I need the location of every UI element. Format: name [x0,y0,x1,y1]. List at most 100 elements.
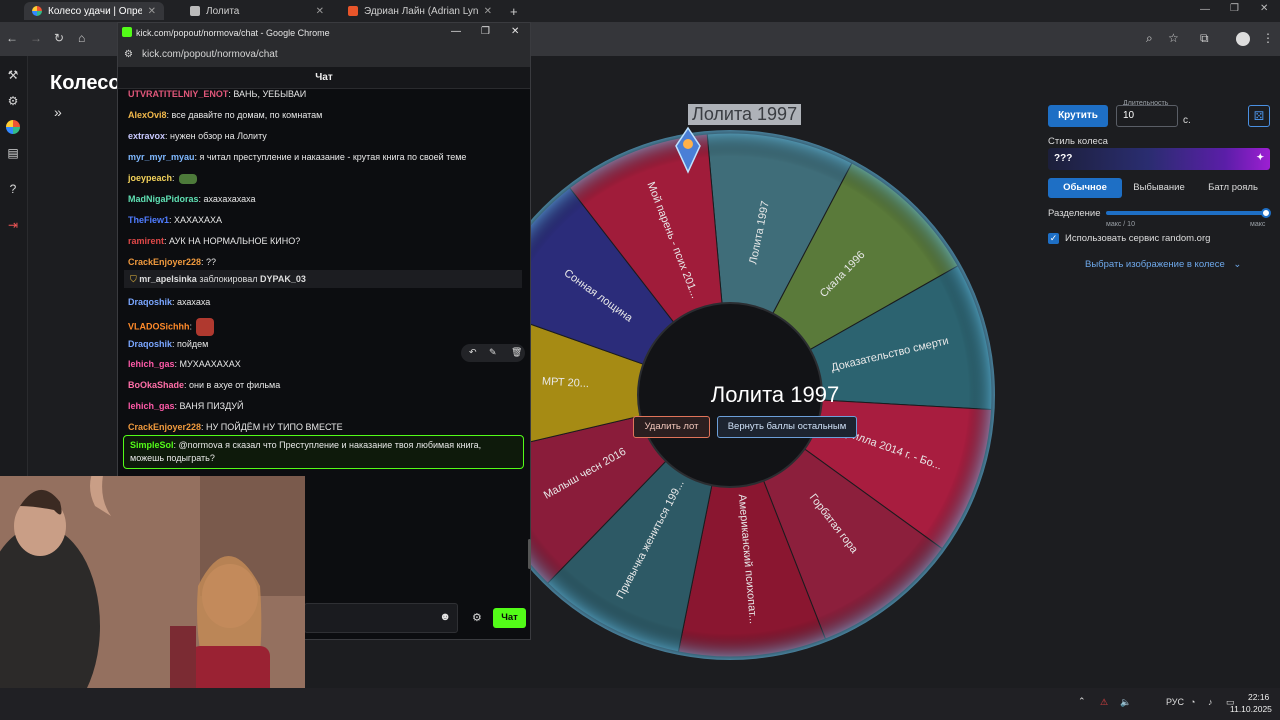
extensions-icon[interactable]: ⧉ [1200,31,1209,46]
wheel-style-field[interactable]: ??? ✦ [1048,148,1270,170]
bookmark-star-icon[interactable]: ☆ [1168,31,1179,45]
maximize-icon[interactable]: ❐ [1230,3,1239,14]
chat-message: VLADOSichhh: [128,318,215,336]
back-icon[interactable]: ← [6,31,18,45]
speaker-icon[interactable]: ♪ [1208,697,1213,707]
message-user[interactable]: lehich_gas [128,401,175,411]
message-user[interactable]: SimpleSol [130,440,174,450]
message-user[interactable]: UTVRATITELNIY_ENOT [128,89,228,99]
collapse-icon[interactable]: » [54,104,62,120]
clock-date[interactable]: 11.10.2025 [1230,704,1272,714]
home-icon[interactable]: ⌂ [78,31,85,45]
delete-icon[interactable]: 🗑 [511,347,522,358]
menu-icon[interactable]: ⋮ [1262,31,1274,45]
message-user[interactable]: Draqoshik [128,297,172,307]
tab-battle-royale[interactable]: Батл рояль [1196,178,1270,198]
reload-icon[interactable]: ↻ [54,31,64,45]
message-user[interactable]: CrackEnjoyer228 [128,257,201,267]
site-settings-icon[interactable]: ⚙ [124,49,133,60]
forward-icon[interactable]: → [30,31,42,45]
dice-icon[interactable]: ⚄ [1248,105,1270,127]
message-text: : ахахахахаха [198,194,256,204]
pin-icon[interactable]: ✎ [489,347,497,358]
chat-message: Draqoshik: ахахаха [128,297,210,307]
volume-icon[interactable]: 🔈 [1120,697,1131,708]
chat-window-titlebar: kick.com/popout/normova/chat - Google Ch… [118,23,530,43]
delete-lot-button[interactable]: Удалить лот [633,416,710,438]
message-user[interactable]: MadNigaPidoras [128,194,199,204]
moderator-name[interactable]: mr_apelsinka [139,274,197,284]
chat-scrollbar[interactable] [528,89,531,569]
tab-adrian-lyne[interactable]: Эдриан Лайн (Adrian Lyne): ф ✕ [340,2,500,20]
profile-avatar[interactable] [1236,32,1250,46]
close-tab-icon[interactable]: ✕ [316,6,324,17]
clipboard-icon[interactable]: ▤ [6,146,20,160]
chat-message: CrackEnjoyer228: НУ ПОЙДЁМ НУ ТИПО ВМЕСТ… [128,422,343,432]
tab-title: Эдриан Лайн (Adrian Lyne): ф [364,5,478,17]
chat-settings-icon[interactable]: ⚙ [472,611,482,624]
tab-title: Колесо удачи | Определите п [48,5,142,17]
gear-icon[interactable]: ⚙ [6,94,20,108]
split-slider-handle[interactable] [1261,208,1271,218]
wifi-icon[interactable]: ◔ [1190,697,1195,707]
spin-button[interactable]: Крутить [1048,105,1108,127]
message-user[interactable]: extravox [128,131,165,141]
kick-logo-icon [122,27,132,37]
message-user[interactable]: ramirent [128,236,164,246]
taskbar [0,688,1280,720]
message-text-continued: можешь подыграть? [130,453,215,463]
reply-icon[interactable]: ↶ [469,347,477,358]
tab-elimination[interactable]: Выбывание [1122,178,1196,198]
message-user[interactable]: VLADOSichhh [128,321,190,331]
message-text: : я читал преступление и наказание - кру… [194,152,467,162]
duration-input[interactable]: 10 [1116,105,1178,127]
close-tab-icon[interactable]: ✕ [484,6,492,17]
new-tab-button[interactable]: + [502,2,520,20]
emoji-icon[interactable]: ☻ [439,611,451,623]
message-user[interactable]: AlexOvi8 [128,110,167,120]
tab-lolita[interactable]: Лолита ✕ [182,2,332,20]
message-text: : ХАХАХАХА [169,215,223,225]
chat-window-title: kick.com/popout/normova/chat - Google Ch… [136,28,330,38]
message-text: : [189,321,193,332]
chat-message: lehich_gas: МУХААХАХАХ [128,359,241,369]
maximize-icon[interactable]: ❐ [481,26,490,37]
randomorg-checkbox[interactable]: ✓ [1048,233,1059,244]
close-window-icon[interactable]: ✕ [511,26,519,37]
tab-wheel[interactable]: Колесо удачи | Определите п ✕ [24,2,164,20]
wheel-icon[interactable] [6,120,20,134]
tab-normal[interactable]: Обычное [1048,178,1122,198]
message-text: : они в ахуе от фильма [184,380,281,390]
duration-unit: с. [1183,115,1191,126]
warning-icon[interactable]: ⚠ [1100,697,1108,708]
split-label: Разделение [1048,208,1101,219]
message-text: : ахахаха [172,297,211,307]
message-user[interactable]: joeypeach [128,173,172,183]
close-window-icon[interactable]: ✕ [1260,3,1268,14]
chat-message-input[interactable]: ☻ [304,603,458,633]
message-user[interactable]: myr_myr_myau [128,152,195,162]
minimize-icon[interactable]: — [451,26,461,37]
logout-icon[interactable]: ⇥ [6,218,20,232]
chat-send-button[interactable]: Чат [493,608,526,628]
minimize-icon[interactable]: — [1200,4,1210,15]
message-user[interactable]: BoOkaShade [128,380,184,390]
clock-time[interactable]: 22:16 [1248,692,1269,702]
split-slider[interactable] [1106,211,1266,215]
message-user[interactable]: CrackEnjoyer228 [128,422,201,432]
blocked-user[interactable]: DYPAK_03 [260,274,306,284]
hammer-icon[interactable]: ⚒ [6,68,20,82]
zoom-icon[interactable]: ⌕ [1146,31,1153,46]
tray-chevron-up-icon[interactable]: ⌃ [1078,696,1086,707]
choose-image-link[interactable]: Выбрать изображение в колесе ⌄ [1085,259,1241,270]
chat-url[interactable]: kick.com/popout/normova/chat [142,49,278,60]
message-user[interactable]: Draqoshik [128,339,172,349]
message-user[interactable]: lehich_gas [128,359,175,369]
close-tab-icon[interactable]: ✕ [148,6,156,17]
help-icon[interactable]: ? [6,182,20,196]
chat-message: myr_myr_myau: я читал преступление и нак… [128,152,466,162]
return-points-button[interactable]: Вернуть баллы остальным [717,416,857,438]
chat-message: AlexOvi8: все давайте по домам, по комна… [128,110,322,120]
keyboard-language[interactable]: РУС [1166,697,1184,707]
message-user[interactable]: TheFiew1 [128,215,169,225]
